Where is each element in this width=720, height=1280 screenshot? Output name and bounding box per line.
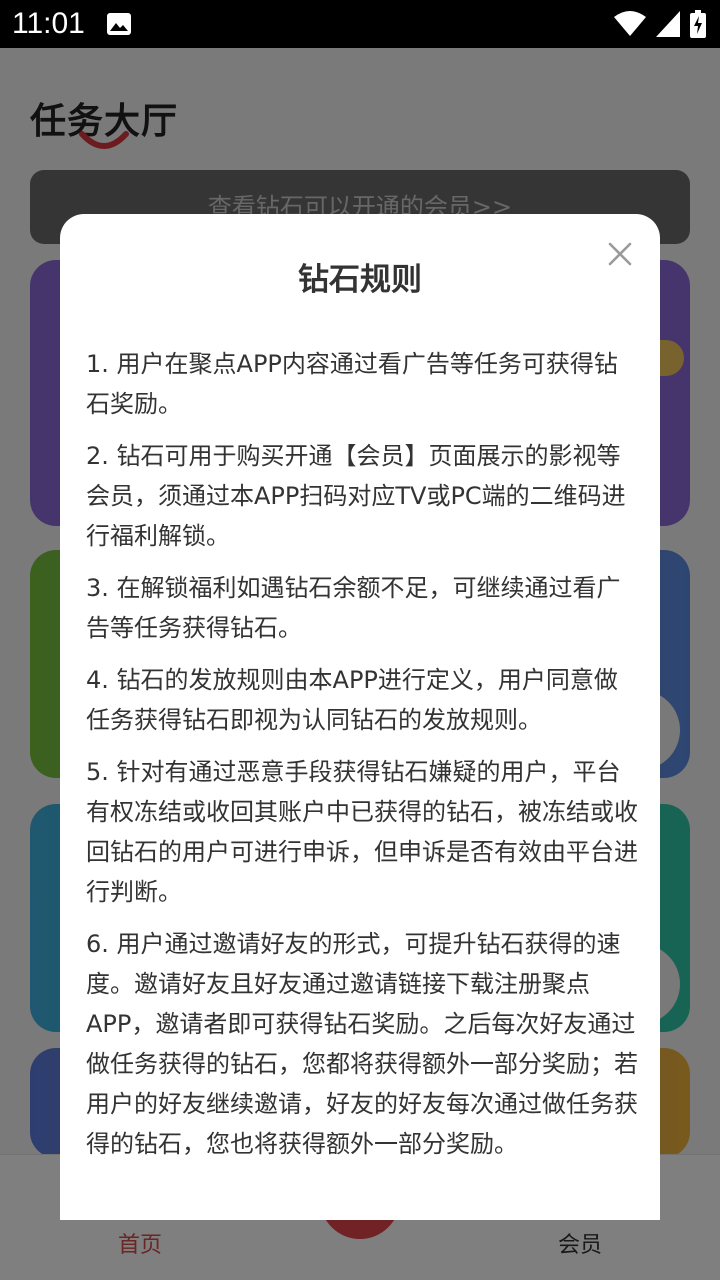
rule-item: 1. 用户在聚点APP内容通过看广告等任务可获得钻石奖励。 [86,350,618,418]
status-icons [614,10,706,38]
battery-icon [690,10,706,38]
rule-item: 4. 钻石的发放规则由本APP进行定义，用户同意做任务获得钻石即视为认同钻石的发… [86,666,618,734]
diamond-rules-dialog: 钻石规则 1. 用户在聚点APP内容通过看广告等任务可获得钻石奖励。 2. 钻石… [60,214,660,1220]
dialog-title: 钻石规则 [298,262,422,298]
close-icon[interactable] [602,236,638,272]
signal-icon [656,11,680,37]
wifi-icon [614,11,646,36]
status-bar: 11:01 [0,0,720,48]
rule-item: 2. 钻石可用于购买开通【会员】页面展示的影视等会员，须通过本APP扫码对应TV… [86,442,626,550]
rule-item: 3. 在解锁福利如遇钻石余额不足，可继续通过看广告等任务获得钻石。 [86,574,621,642]
rules-list: 1. 用户在聚点APP内容通过看广告等任务可获得钻石奖励。 2. 钻石可用于购买… [86,344,640,1176]
status-time: 11:01 [12,7,85,40]
image-notification-icon [107,13,131,35]
rule-item: 6. 用户通过邀请好友的形式，可提升钻石获得的速度。邀请好友且好友通过邀请链接下… [86,930,638,1158]
rule-item: 5. 针对有通过恶意手段获得钻石嫌疑的用户，平台有权冻结或收回其账户中已获得的钻… [86,758,638,906]
